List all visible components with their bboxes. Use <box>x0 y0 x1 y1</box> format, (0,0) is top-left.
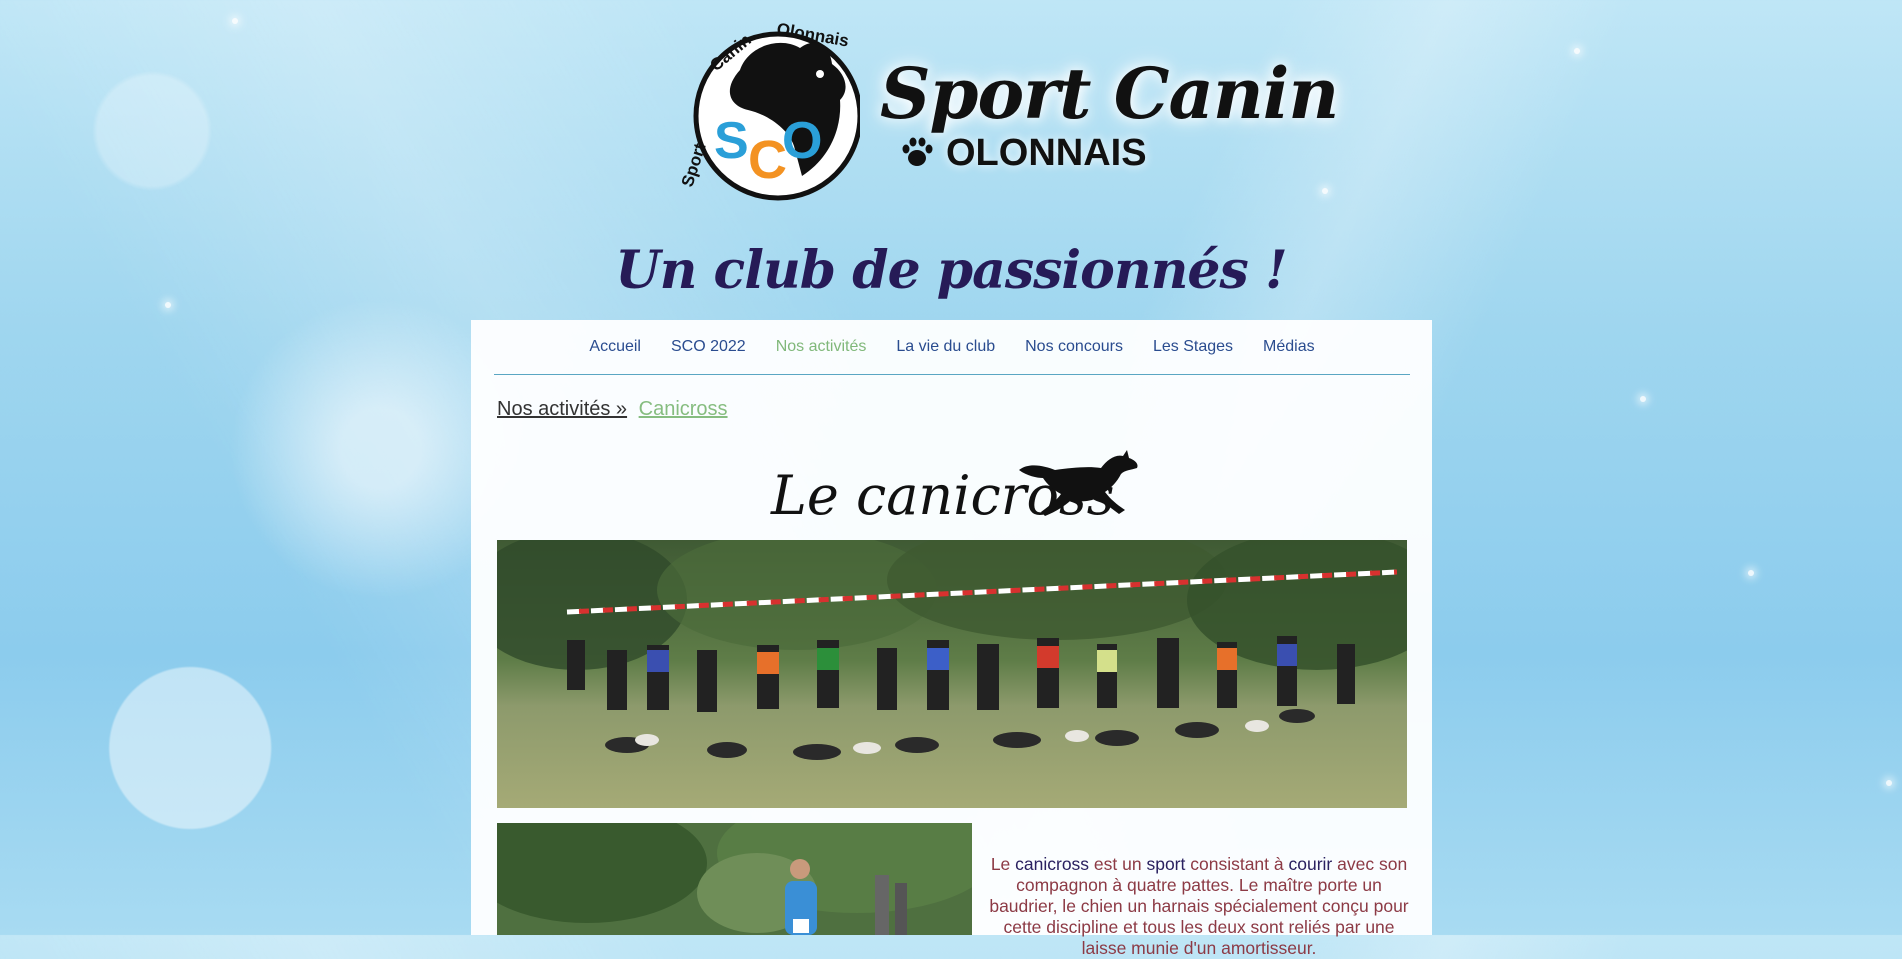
intro-text: consistant à <box>1185 853 1289 874</box>
nav-item-les-stages[interactable]: Les Stages <box>1153 338 1233 356</box>
svg-text:O: O <box>782 112 822 170</box>
site-tagline: Un club de passionnés ! <box>615 240 1287 301</box>
nav-item-medias[interactable]: Médias <box>1263 338 1315 356</box>
background-sparkle <box>165 302 171 308</box>
nav-item-sco-2022[interactable]: SCO 2022 <box>671 338 746 356</box>
background-sparkle <box>1640 396 1646 402</box>
background-sparkle <box>232 18 238 24</box>
runner-photo <box>497 823 972 935</box>
brand-name: Sport Canin <box>880 52 1339 135</box>
intro-keyword-courir: courir <box>1288 853 1333 874</box>
site-logo[interactable]: S C O Sport Canin Olonnais Sport Canin O… <box>668 12 1339 202</box>
intro-text: Le <box>990 853 1016 874</box>
nav-item-nos-activites[interactable]: Nos activités <box>776 338 867 356</box>
svg-text:S: S <box>714 112 749 170</box>
breadcrumb: Nos activités » Canicross <box>497 398 728 421</box>
background-sparkle <box>1748 570 1754 576</box>
paw-icon <box>902 137 933 166</box>
nav-item-nos-concours[interactable]: Nos concours <box>1025 338 1123 356</box>
background-sparkle <box>1886 780 1892 786</box>
canicross-start-photo <box>497 540 1407 808</box>
page-title: Le canicross <box>771 442 1171 532</box>
intro-text: est un <box>1089 853 1147 874</box>
background-sparkle <box>1574 48 1580 54</box>
brand-subtitle: OLONNAIS <box>902 132 1147 175</box>
breadcrumb-parent-link[interactable]: Nos activités » <box>497 398 627 420</box>
intro-keyword-sport: sport <box>1146 853 1186 874</box>
background-sparkle <box>1322 188 1328 194</box>
intro-paragraph: Le canicross est un sport consistant à c… <box>989 854 1409 959</box>
content-panel: Accueil SCO 2022 Nos activités La vie du… <box>471 320 1432 958</box>
brand-subtitle-text: OLONNAIS <box>946 132 1147 174</box>
club-emblem-icon: S C O Sport Canin Olonnais <box>678 19 860 201</box>
intro-keyword-canicross: canicross <box>1015 853 1090 874</box>
nav-item-accueil[interactable]: Accueil <box>589 338 641 356</box>
breadcrumb-current-link[interactable]: Canicross <box>639 398 728 420</box>
running-dog-icon <box>1019 450 1138 516</box>
nav-item-la-vie-du-club[interactable]: La vie du club <box>896 338 995 356</box>
svg-text:Sport: Sport <box>678 141 710 189</box>
main-navigation: Accueil SCO 2022 Nos activités La vie du… <box>494 320 1410 375</box>
